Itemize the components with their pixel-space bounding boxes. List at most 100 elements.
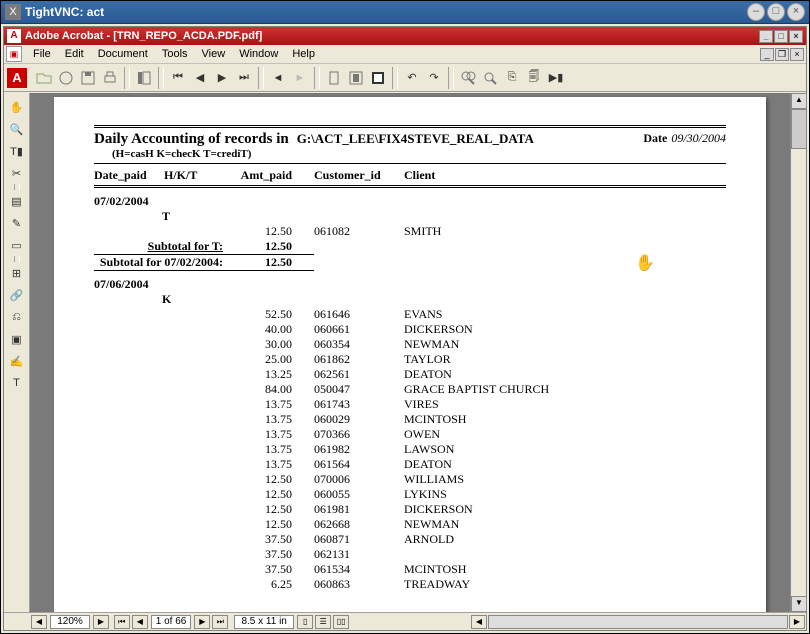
- menu-edit[interactable]: Edit: [58, 46, 91, 62]
- hscroll-left-icon[interactable]: ◀: [471, 615, 487, 629]
- adobe-logo-icon[interactable]: A: [7, 68, 27, 88]
- data-row: 52.50061646EVANS: [94, 307, 726, 322]
- hand-tool-icon[interactable]: ✋: [6, 96, 28, 118]
- layout3-icon[interactable]: ▯▯: [333, 615, 349, 629]
- hscroll-right-icon[interactable]: ▶: [789, 615, 805, 629]
- menu-window[interactable]: Window: [232, 46, 285, 62]
- document-area: Daily Accounting of records in (H=casH K…: [30, 93, 806, 612]
- minimize-icon[interactable]: –: [747, 3, 765, 21]
- acr-close-icon[interactable]: ×: [789, 30, 803, 43]
- movie-tool-icon[interactable]: ⊞: [6, 262, 28, 284]
- open-icon[interactable]: [33, 67, 55, 89]
- fit-page-icon[interactable]: [345, 67, 367, 89]
- signature-tool-icon[interactable]: ✍: [6, 350, 28, 372]
- tool5-icon[interactable]: ▶▮: [545, 67, 567, 89]
- layout1-icon[interactable]: ▯: [297, 615, 313, 629]
- back-icon[interactable]: ◄: [267, 67, 289, 89]
- note-tool-icon[interactable]: ▤: [6, 190, 28, 212]
- data-row: 6.25060863TREADWAY: [94, 577, 726, 592]
- data-row: 84.00050047GRACE BAPTIST CHURCH: [94, 382, 726, 397]
- touchup-text-icon[interactable]: T: [6, 372, 28, 394]
- forward-icon[interactable]: ►: [289, 67, 311, 89]
- mdi-close-icon[interactable]: ×: [790, 48, 804, 61]
- vnc-titlebar[interactable]: X TightVNC: act – □ ×: [1, 1, 809, 24]
- acr-minimize-icon[interactable]: _: [759, 30, 773, 43]
- data-row: 40.00060661DICKERSON: [94, 322, 726, 337]
- date-subtotal-row: Subtotal for 07/02/2004:12.50: [94, 255, 726, 271]
- navpane-icon[interactable]: [133, 67, 155, 89]
- menu-document[interactable]: Document: [91, 46, 155, 62]
- data-row: 13.75061743VIRES: [94, 397, 726, 412]
- mdi-restore-icon[interactable]: ❐: [775, 48, 789, 61]
- vnc-title: TightVNC: act: [25, 5, 747, 19]
- rotate-cw-icon[interactable]: ↷: [423, 67, 445, 89]
- last-page-icon[interactable]: ⏭: [233, 67, 255, 89]
- close-icon[interactable]: ×: [787, 3, 805, 21]
- print-icon[interactable]: [99, 67, 121, 89]
- zoom-in-icon[interactable]: ▶: [93, 615, 109, 629]
- rotate-ccw-icon[interactable]: ↶: [401, 67, 423, 89]
- next-page-icon[interactable]: ▶: [211, 67, 233, 89]
- zoom-field[interactable]: 120%: [50, 615, 90, 629]
- statusbar: ◀ 120% ▶ ⏮ ◀ 1 of 66 ▶ ⏭ 8.5 x 11 in ▯ ☰…: [4, 612, 806, 630]
- pencil-tool-icon[interactable]: ✎: [6, 212, 28, 234]
- web-icon[interactable]: [55, 67, 77, 89]
- tool3-icon[interactable]: ⎘: [501, 67, 523, 89]
- sb-first-icon[interactable]: ⏮: [114, 615, 130, 629]
- data-row: 13.75061564DEATON: [94, 457, 726, 472]
- link-tool-icon[interactable]: 🔗: [6, 284, 28, 306]
- prev-page-icon[interactable]: ◀: [189, 67, 211, 89]
- data-row: 12.50062668NEWMAN: [94, 517, 726, 532]
- find-icon[interactable]: [457, 67, 479, 89]
- data-row: 30.00060354NEWMAN: [94, 337, 726, 352]
- text-select-icon[interactable]: T▮: [6, 140, 28, 162]
- vnc-icon: X: [5, 4, 21, 20]
- vertical-scrollbar[interactable]: ▲ ▼: [790, 93, 806, 612]
- article-tool-icon[interactable]: ⎌: [6, 306, 28, 328]
- document-viewport[interactable]: Daily Accounting of records in (H=casH K…: [30, 93, 790, 612]
- form-tool-icon[interactable]: ▣: [6, 328, 28, 350]
- layout2-icon[interactable]: ☰: [315, 615, 331, 629]
- tool4-icon[interactable]: 🗐: [523, 67, 545, 89]
- column-headers: Date_paid H/K/T Amt_paid Customer_id Cli…: [94, 164, 726, 188]
- data-row: 13.75061982LAWSON: [94, 442, 726, 457]
- menu-file[interactable]: File: [26, 46, 58, 62]
- scroll-thumb[interactable]: [791, 109, 807, 149]
- col-amt: Amt_paid: [229, 168, 314, 183]
- first-page-icon[interactable]: ⏮: [167, 67, 189, 89]
- report-body: 07/02/2004T12.50061082SMITHSubtotal for …: [94, 188, 726, 592]
- vertical-toolbar: ✋ 🔍 T▮ ✂ ▤ ✎ ▭ ⊞ 🔗 ⎌ ▣ ✍ T: [4, 93, 30, 612]
- mdi-minimize-icon[interactable]: _: [760, 48, 774, 61]
- toolbar: A ⏮ ◀ ▶ ⏭ ◄ ► ↶ ↷ ⎘ 🗐: [4, 64, 806, 92]
- zoom-out-icon[interactable]: ◀: [31, 615, 47, 629]
- page-field[interactable]: 1 of 66: [151, 615, 192, 629]
- maximize-icon[interactable]: □: [767, 3, 785, 21]
- zoom-tool-icon[interactable]: 🔍: [6, 118, 28, 140]
- scroll-up-icon[interactable]: ▲: [791, 93, 807, 109]
- data-row: 25.00061862TAYLOR: [94, 352, 726, 367]
- search-icon[interactable]: [479, 67, 501, 89]
- data-row: 13.75060029MCINTOSH: [94, 412, 726, 427]
- acrobat-titlebar[interactable]: A Adobe Acrobat - [TRN_REPO_ACDA.PDF.pdf…: [4, 27, 806, 45]
- report-path: G:\ACT_LEE\FIX4STEVE_REAL_DATA: [297, 131, 644, 147]
- report-legend: (H=casH K=checK T=crediT): [94, 148, 289, 160]
- highlight-tool-icon[interactable]: ▭: [6, 234, 28, 256]
- save-icon[interactable]: [77, 67, 99, 89]
- vnc-window: X TightVNC: act – □ × A Adobe Acrobat - …: [0, 0, 810, 634]
- menu-help[interactable]: Help: [285, 46, 322, 62]
- crop-tool-icon[interactable]: ✂: [6, 162, 28, 184]
- menu-view[interactable]: View: [195, 46, 233, 62]
- sb-next-icon[interactable]: ▶: [194, 615, 210, 629]
- actual-size-icon[interactable]: [323, 67, 345, 89]
- fit-width-icon[interactable]: [367, 67, 389, 89]
- section-hkt: K: [94, 292, 726, 307]
- data-row: 13.75070366OWEN: [94, 427, 726, 442]
- sb-prev-icon[interactable]: ◀: [132, 615, 148, 629]
- hscroll-track[interactable]: [488, 615, 788, 629]
- report-date: Date09/30/2004: [643, 131, 726, 146]
- acr-maximize-icon[interactable]: □: [774, 30, 788, 43]
- sb-last-icon[interactable]: ⏭: [212, 615, 228, 629]
- menubar: ▣ File Edit Document Tools View Window H…: [4, 45, 806, 64]
- scroll-down-icon[interactable]: ▼: [791, 596, 807, 612]
- menu-tools[interactable]: Tools: [155, 46, 195, 62]
